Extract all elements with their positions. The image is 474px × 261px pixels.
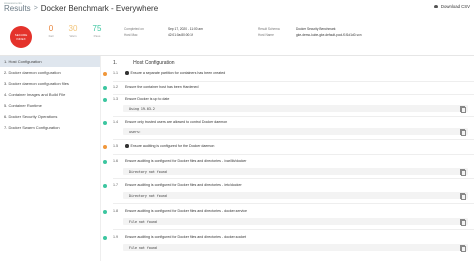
- copy-icon[interactable]: [460, 169, 466, 176]
- pass-status-dot: [103, 210, 107, 214]
- divider: [113, 178, 474, 179]
- copy-icon[interactable]: [460, 106, 466, 113]
- divider: [113, 154, 474, 155]
- check-description: Ensure only trusted users are allowed to…: [125, 120, 228, 124]
- check-description: Ensure a separate partition for containe…: [130, 71, 226, 75]
- fail-status-dot: [103, 72, 107, 76]
- copy-icon[interactable]: [460, 129, 466, 136]
- warn-stat: 30 Warn: [64, 24, 82, 38]
- pass-status-dot: [103, 121, 107, 125]
- check-output-text: File not found: [129, 245, 157, 250]
- check-output-text: Using 19.03.2: [129, 106, 155, 111]
- pass-status-dot: [103, 160, 107, 164]
- check-description: Ensure auditing is configured for Docker…: [125, 235, 247, 239]
- check-id: 1.3: [113, 97, 118, 101]
- meta-values-left: Sep 17, 2020 - 11:00 am 42:01:0a:80:00:1…: [168, 26, 203, 38]
- sidebar-item-host-configuration[interactable]: 1. Host Configuration: [0, 56, 100, 67]
- divider: [113, 229, 474, 230]
- check-text: Ensure a separate partition for containe…: [125, 71, 225, 75]
- check-output: File not found: [123, 218, 468, 226]
- page-header: Assessments Results > Docker Benchmark -…: [0, 0, 474, 56]
- check-description: Ensure the container host has been Harde…: [125, 85, 199, 89]
- check-description: Ensure auditing is configured for Docker…: [125, 159, 247, 163]
- pass-status-dot: [103, 98, 107, 102]
- sidebar-item-docker-swarm-configuration[interactable]: 7. Docker Swarm Configuration: [0, 122, 100, 133]
- host-mac-label: Host Mac: [124, 33, 138, 37]
- warn-label: Warn: [69, 34, 77, 38]
- check-output: File not found: [123, 244, 468, 252]
- check-id: 1.1: [113, 71, 118, 75]
- warn-count: 30: [68, 24, 78, 33]
- download-csv-button[interactable]: Download CSV: [434, 4, 470, 9]
- page-title: Docker Benchmark - Everywhere: [40, 4, 159, 13]
- check-output: Using 19.03.2: [123, 105, 468, 113]
- divider: [113, 203, 474, 204]
- pass-count: 75: [92, 24, 102, 33]
- sidebar-item-container-runtime[interactable]: 5. Container Runtime: [0, 100, 100, 111]
- sidebar-item-docker-daemon-configuration-files[interactable]: 3. Docker daemon configuration files: [0, 78, 100, 89]
- grade-line-2: INDEX: [16, 37, 26, 41]
- sidebar-item-container-images[interactable]: 4. Container Images and Build File: [0, 89, 100, 100]
- sidebar: 1. Host Configuration 2. Docker daemon c…: [0, 56, 101, 261]
- check-id: 1.5: [113, 144, 118, 148]
- fail-stat: 0 Fail: [42, 24, 60, 38]
- check-id: 1.6: [113, 159, 118, 163]
- grade-badge: SECURE INDEX: [10, 26, 32, 48]
- divider: [113, 116, 474, 117]
- copy-icon[interactable]: [460, 193, 466, 200]
- host-mac-value: 42:01:0a:80:00:1f: [168, 33, 193, 37]
- fail-label: Fail: [48, 34, 54, 38]
- title-row: Results > Docker Benchmark - Everywhere: [4, 4, 158, 13]
- check-description: Ensure auditing is configured for the Do…: [130, 144, 215, 148]
- pass-status-dot: [103, 184, 107, 188]
- check-id: 1.8: [113, 209, 118, 213]
- copy-icon[interactable]: [460, 219, 466, 226]
- check-id: 1.2: [113, 85, 118, 89]
- check-description: Ensure Docker is up to date: [125, 97, 170, 101]
- check-output-text: users:: [129, 129, 141, 134]
- info-icon[interactable]: [125, 71, 129, 75]
- section-heading: 1. Host Configuration: [113, 60, 175, 66]
- check-output-text: File not found: [129, 219, 157, 224]
- section-title: Host Configuration: [133, 60, 175, 66]
- check-output: users:: [123, 128, 468, 136]
- check-description: Ensure auditing is configured for Docker…: [125, 183, 242, 187]
- check-id: 1.4: [113, 120, 118, 124]
- divider: [113, 81, 474, 82]
- check-results-panel: 1. Host Configuration 1.1 Ensure a separ…: [101, 56, 474, 261]
- host-name-label: Host Name: [258, 33, 274, 37]
- pass-stat: 75 Pass: [88, 24, 106, 38]
- check-id: 1.9: [113, 235, 118, 239]
- info-icon[interactable]: [125, 144, 129, 148]
- divider: [113, 139, 474, 140]
- results-link[interactable]: Results: [4, 4, 31, 13]
- pass-status-dot: [103, 86, 107, 90]
- copy-icon[interactable]: [460, 245, 466, 252]
- check-text: Ensure auditing is configured for the Do…: [125, 144, 214, 148]
- fail-count: 0: [48, 24, 54, 33]
- pass-label: Pass: [93, 34, 101, 38]
- host-name-value: gke-demo-kube-gke-default-pool-f1f1d1d0-…: [296, 33, 362, 37]
- check-description: Ensure auditing is configured for Docker…: [125, 209, 248, 213]
- check-output: Directory not found: [123, 192, 468, 200]
- breadcrumb-separator: >: [33, 5, 38, 12]
- meta-labels-left: Completed on Host Mac: [124, 26, 144, 38]
- meta-labels-right: Result Schema Host Name: [258, 26, 280, 38]
- check-output-text: Directory not found: [129, 169, 167, 174]
- check-output-text: Directory not found: [129, 193, 167, 198]
- check-output: Directory not found: [123, 168, 468, 176]
- sidebar-item-docker-security-operations[interactable]: 6. Docker Security Operations: [0, 111, 100, 122]
- sidebar-item-docker-daemon-configuration[interactable]: 2. Docker daemon configuration: [0, 67, 100, 78]
- section-number: 1.: [113, 60, 118, 66]
- fail-status-dot: [103, 145, 107, 149]
- pass-status-dot: [103, 236, 107, 240]
- check-id: 1.7: [113, 183, 118, 187]
- download-csv-label: Download CSV: [440, 4, 470, 9]
- cloud-download-icon: [434, 4, 439, 9]
- divider: [113, 94, 474, 95]
- meta-values-right: Docker Security Benchmark gke-demo-kube-…: [296, 26, 362, 38]
